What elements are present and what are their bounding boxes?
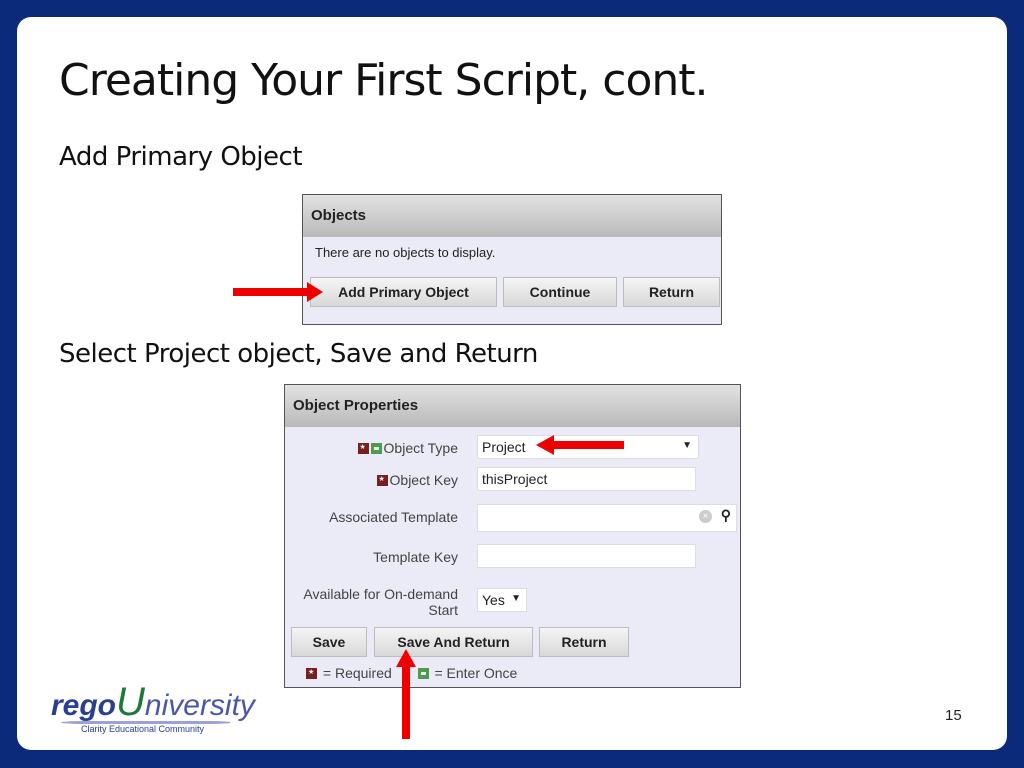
dropdown-arrow-icon: ▼ [511, 593, 521, 604]
objects-panel-header: Objects [303, 195, 721, 237]
step1-heading: Add Primary Object [59, 142, 303, 172]
enter-once-icon [370, 443, 382, 454]
dropdown-arrow-icon: ▼ [682, 440, 692, 451]
object-key-label: Object Key [376, 472, 458, 488]
arrow-pointer [402, 665, 410, 739]
template-key-label: Template Key [373, 549, 458, 565]
on-demand-select[interactable]: Yes ▼ [477, 588, 527, 612]
clear-icon[interactable]: × [699, 510, 712, 523]
required-icon [357, 443, 369, 454]
associated-template-label: Associated Template [329, 509, 458, 525]
rego-university-logo: regoUniversity Clarity Educational Commu… [51, 680, 255, 734]
properties-panel-header: Object Properties [285, 385, 740, 427]
save-button[interactable]: Save [291, 627, 367, 657]
required-icon [376, 475, 388, 486]
associated-template-input[interactable]: × ⚲ [477, 504, 737, 532]
logo-tagline: Clarity Educational Community [81, 724, 205, 734]
arrow-pointer [233, 288, 313, 296]
browse-binoculars-icon[interactable]: ⚲ [721, 507, 731, 524]
continue-button[interactable]: Continue [503, 277, 617, 307]
arrow-head-icon [536, 435, 554, 455]
page-number: 15 [945, 707, 962, 724]
arrow-head-icon [307, 282, 323, 302]
return-button[interactable]: Return [623, 277, 720, 307]
arrow-head-icon [396, 649, 416, 667]
step2-heading: Select Project object, Save and Return [59, 339, 538, 369]
object-key-input[interactable]: thisProject [477, 467, 696, 491]
template-key-input[interactable] [477, 544, 696, 568]
on-demand-label: Available for On-demand Start [303, 586, 458, 618]
objects-panel: Objects There are no objects to display.… [302, 194, 722, 325]
slide-title: Creating Your First Script, cont. [59, 55, 708, 106]
add-primary-object-button[interactable]: Add Primary Object [310, 277, 497, 307]
enter-once-icon [417, 668, 429, 679]
object-properties-panel: Object Properties Object Type Project▼ O… [284, 384, 741, 688]
empty-message: There are no objects to display. [315, 245, 496, 260]
object-type-label: Object Type [357, 440, 458, 456]
slide: Creating Your First Script, cont. Add Pr… [17, 17, 1007, 750]
legend: = Required = Enter Once [306, 665, 517, 681]
return-button[interactable]: Return [539, 627, 629, 657]
arrow-pointer [552, 441, 624, 449]
required-icon [306, 668, 317, 679]
